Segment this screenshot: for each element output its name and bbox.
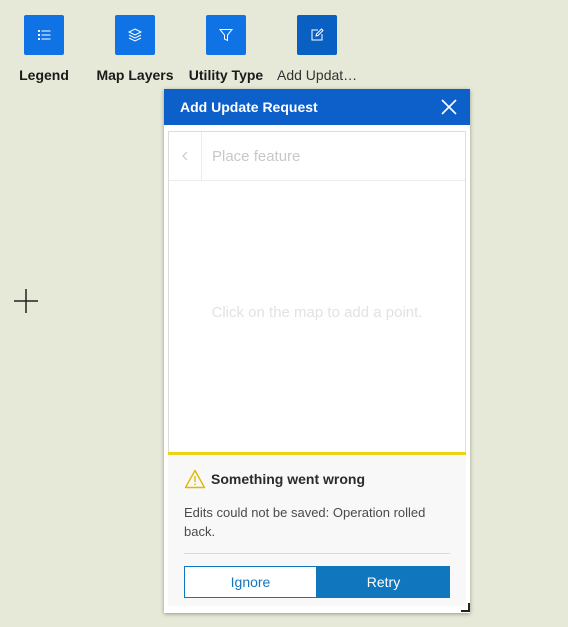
add-update-request-panel: Add Update Request Place feature Click o… bbox=[164, 89, 470, 613]
resize-handle-icon[interactable] bbox=[461, 603, 470, 612]
legend-label: Legend bbox=[19, 67, 69, 83]
edit-icon bbox=[311, 28, 324, 41]
utility-type-widget[interactable]: Utility Type bbox=[186, 15, 266, 83]
add-update-label: Add Updat… bbox=[277, 67, 358, 83]
legend-button[interactable] bbox=[24, 15, 64, 55]
map-layers-label: Map Layers bbox=[96, 67, 174, 83]
error-notice: Something went wrong Edits could not be … bbox=[168, 452, 466, 606]
editor-title: Place feature bbox=[212, 147, 301, 165]
layers-icon bbox=[127, 28, 143, 42]
map-layers-widget[interactable]: Map Layers bbox=[95, 15, 175, 83]
editor-area: Place feature Click on the map to add a … bbox=[168, 131, 466, 453]
panel-header: Add Update Request bbox=[164, 89, 470, 125]
crosshair-icon bbox=[14, 289, 38, 313]
retry-button[interactable]: Retry bbox=[317, 566, 450, 598]
utility-type-button[interactable] bbox=[206, 15, 246, 55]
warning-icon bbox=[184, 469, 206, 489]
editor-hint: Click on the map to add a point. bbox=[211, 304, 423, 321]
back-button[interactable] bbox=[169, 132, 202, 180]
editor-header: Place feature bbox=[169, 132, 465, 181]
filter-icon bbox=[218, 29, 234, 42]
utility-type-label: Utility Type bbox=[188, 67, 264, 83]
ignore-button[interactable]: Ignore bbox=[184, 566, 317, 598]
panel-title: Add Update Request bbox=[180, 99, 318, 115]
close-icon[interactable] bbox=[440, 98, 458, 116]
add-update-button[interactable] bbox=[297, 15, 337, 55]
list-icon bbox=[38, 30, 51, 40]
legend-widget[interactable]: Legend bbox=[4, 15, 84, 83]
notice-message: Edits could not be saved: Operation roll… bbox=[184, 505, 426, 539]
map-layers-button[interactable] bbox=[115, 15, 155, 55]
add-update-widget[interactable]: Add Updat… bbox=[277, 15, 357, 83]
notice-title: Something went wrong bbox=[211, 471, 365, 487]
chevron-left-icon bbox=[182, 151, 188, 161]
divider bbox=[184, 553, 450, 554]
